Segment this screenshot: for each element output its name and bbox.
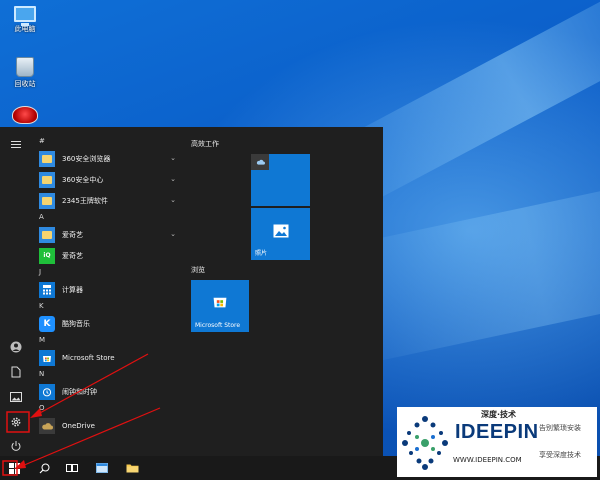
start-menu: # 360安全浏览器 ⌄ 360安全中心 ⌄ 2345王牌软件 ⌄ A 爱奇艺 … xyxy=(0,127,383,456)
app-label: 闹钟和时钟 xyxy=(62,387,97,396)
chevron-down-icon: ⌄ xyxy=(170,230,176,238)
app-label: OneDrive xyxy=(62,421,95,430)
user-icon xyxy=(10,341,22,353)
app-label: 计算器 xyxy=(62,285,83,294)
tile-onedrive[interactable] xyxy=(251,154,310,206)
start-button[interactable] xyxy=(0,456,28,480)
power-button[interactable] xyxy=(4,435,28,457)
tile-label: Microsoft Store xyxy=(195,322,241,329)
watermark-slogan: 享受深度技术 xyxy=(539,451,581,459)
app-item-alarms-clock[interactable]: 闹钟和时钟 xyxy=(36,381,176,402)
pictures-icon xyxy=(10,392,22,402)
watermark-title: 深度·技术 xyxy=(481,410,517,419)
app-item-2345[interactable]: 2345王牌软件 ⌄ xyxy=(36,190,176,211)
onedrive-icon xyxy=(39,417,55,434)
calculator-icon xyxy=(39,281,55,298)
desktop-icon-label: 回收站 xyxy=(14,80,36,88)
kugou-icon: K xyxy=(39,315,55,332)
chevron-down-icon: ⌄ xyxy=(170,154,176,162)
app-group-header: J xyxy=(39,268,42,276)
app-label: 酷狗音乐 xyxy=(62,319,90,328)
folder-icon xyxy=(39,226,55,243)
app-item-iqiyi[interactable]: iQ 爱奇艺 xyxy=(36,245,176,266)
tile-microsoft-store[interactable]: Microsoft Store xyxy=(191,280,249,332)
app-item-onedrive[interactable]: OneDrive xyxy=(36,415,176,436)
hamburger-icon xyxy=(11,143,21,145)
tile-photos[interactable]: 照片 xyxy=(251,208,310,260)
account-button[interactable] xyxy=(4,336,28,358)
app-list: # 360安全浏览器 ⌄ 360安全中心 ⌄ 2345王牌软件 ⌄ A 爱奇艺 … xyxy=(36,135,176,436)
app-label: 360安全浏览器 xyxy=(62,154,111,163)
app-group-header: M xyxy=(39,336,46,344)
file-explorer-button[interactable] xyxy=(120,456,144,480)
tile-label: 照片 xyxy=(255,250,268,257)
gear-icon xyxy=(11,417,21,427)
app-item-calculator[interactable]: 计算器 xyxy=(36,279,176,300)
start-rail xyxy=(0,127,32,456)
start-button-icon xyxy=(8,462,20,474)
store-icon xyxy=(39,349,55,366)
desktop-icon-360[interactable] xyxy=(6,106,44,124)
app-group-header: A xyxy=(39,213,44,221)
onedrive-icon xyxy=(251,154,269,170)
document-icon xyxy=(11,366,21,378)
search-button[interactable] xyxy=(32,456,56,480)
app-item-microsoft-store[interactable]: Microsoft Store xyxy=(36,347,176,368)
folder-icon xyxy=(39,150,55,167)
chevron-down-icon: ⌄ xyxy=(170,196,176,204)
app-group-header: # xyxy=(39,137,45,145)
watermark-slogan: 告别繁琐安装 xyxy=(539,424,581,432)
alarm-clock-icon xyxy=(39,383,55,400)
app-group-header: O xyxy=(39,404,45,412)
tile-section-title: 浏览 xyxy=(191,266,205,274)
app-group-header: K xyxy=(39,302,44,310)
app-label: 爱奇艺 xyxy=(62,230,83,239)
app-label: Microsoft Store xyxy=(62,353,115,362)
this-pc-icon xyxy=(14,6,36,26)
watermark: 深度·技术 IDEEPIN 告别繁琐安装 享受深度技术 WWW.IDEEPIN.… xyxy=(397,407,597,477)
app-item-360-center[interactable]: 360安全中心 ⌄ xyxy=(36,169,176,190)
app-item-360-browser[interactable]: 360安全浏览器 ⌄ xyxy=(36,148,176,169)
app-label: 2345王牌软件 xyxy=(62,196,108,205)
tile-section-title: 高效工作 xyxy=(191,140,219,148)
recycle-bin-icon xyxy=(16,57,34,77)
photos-icon xyxy=(273,224,289,238)
iqiyi-icon: iQ xyxy=(39,247,55,264)
app-label: 爱奇艺 xyxy=(62,251,83,260)
search-icon xyxy=(39,463,49,473)
360-security-icon xyxy=(12,106,38,124)
taskbar-app-window[interactable] xyxy=(90,456,114,480)
chevron-down-icon: ⌄ xyxy=(170,175,176,183)
ideepin-logo-icon xyxy=(402,416,448,470)
app-group-header: N xyxy=(39,370,45,378)
folder-icon xyxy=(39,192,55,209)
tiles-area: 高效工作 照片 浏览 Microsoft Store xyxy=(190,127,383,456)
file-explorer-icon xyxy=(126,464,138,473)
store-icon xyxy=(213,297,227,308)
watermark-url: WWW.IDEEPIN.COM xyxy=(453,456,522,464)
documents-button[interactable] xyxy=(4,361,28,383)
app-label: 360安全中心 xyxy=(62,175,104,184)
expand-menu-button[interactable] xyxy=(4,133,28,155)
task-view-button[interactable] xyxy=(60,456,84,480)
folder-icon xyxy=(39,171,55,188)
settings-button[interactable] xyxy=(4,411,28,433)
watermark-brand: IDEEPIN xyxy=(455,421,539,443)
desktop-icon-this-pc[interactable]: 此电脑 xyxy=(6,6,44,34)
app-item-iqiyi-folder[interactable]: 爱奇艺 ⌄ xyxy=(36,224,176,245)
pictures-button[interactable] xyxy=(4,386,28,408)
desktop-icon-recycle-bin[interactable]: 回收站 xyxy=(6,57,44,89)
power-icon xyxy=(11,441,21,451)
window-icon xyxy=(96,463,108,473)
app-item-kugou[interactable]: K 酷狗音乐 xyxy=(36,313,176,334)
task-view-icon xyxy=(66,464,78,472)
